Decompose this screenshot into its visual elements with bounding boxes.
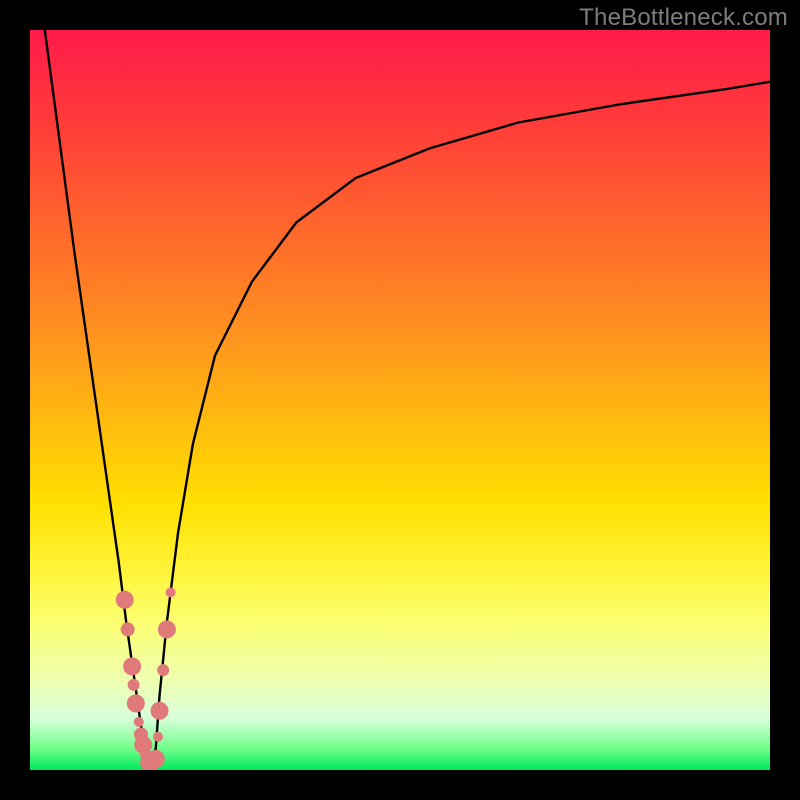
data-marker: [153, 732, 163, 742]
data-marker: [157, 664, 169, 676]
data-marker: [134, 717, 144, 727]
chart-frame: TheBottleneck.com: [0, 0, 800, 800]
plot-area: [30, 30, 770, 770]
data-marker: [123, 657, 141, 675]
data-marker: [151, 702, 169, 720]
data-marker: [158, 620, 176, 638]
data-marker: [147, 750, 165, 768]
data-marker: [166, 587, 176, 597]
curves-svg: [30, 30, 770, 770]
watermark-text: TheBottleneck.com: [579, 4, 788, 32]
data-marker: [116, 591, 134, 609]
curve-right: [152, 82, 770, 770]
data-marker: [128, 679, 140, 691]
data-marker: [127, 694, 145, 712]
data-marker: [121, 622, 135, 636]
